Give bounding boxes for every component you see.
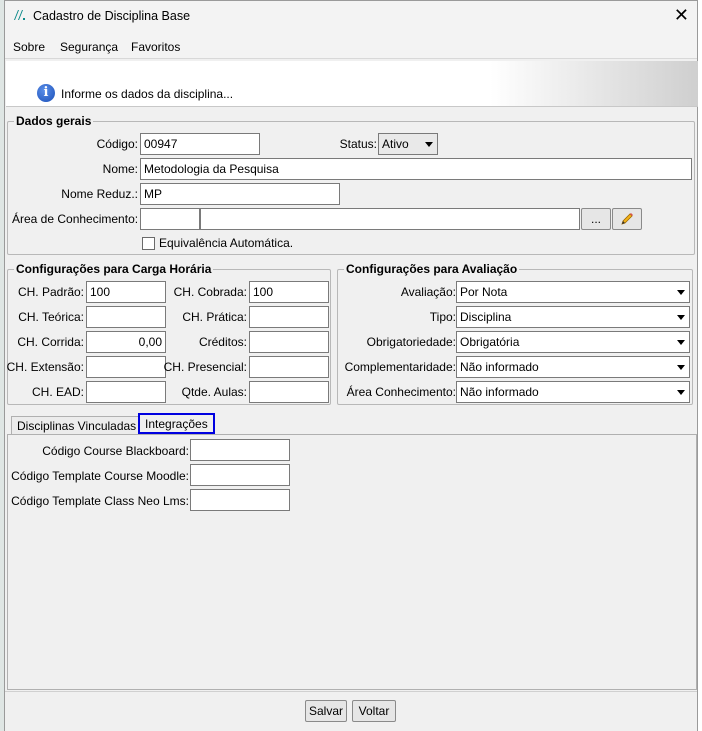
dados-gerais-legend: Dados gerais: [14, 114, 94, 128]
tab-integracoes[interactable]: Integrações: [138, 413, 215, 434]
tab-disciplinas-vinculadas-label: Disciplinas Vinculadas: [17, 419, 137, 433]
ch-teorica-label: CH. Teórica:: [18, 310, 84, 324]
nome-reduz-input[interactable]: MP: [140, 183, 340, 205]
complementaridade-label: Complementaridade:: [344, 360, 456, 374]
avaliacao-label: Avaliação:: [400, 285, 456, 299]
avaliacao-select[interactable]: Por Nota: [456, 281, 690, 303]
menu-item-seguranca[interactable]: Segurança: [60, 40, 118, 54]
neo-lms-input[interactable]: [190, 489, 290, 511]
tab-disciplinas-vinculadas[interactable]: Disciplinas Vinculadas: [11, 416, 143, 436]
carga-horaria-group: Configurações para Carga Horária CH. Pad…: [6, 262, 331, 405]
ch-padrao-label: CH. Padrão:: [17, 285, 84, 299]
ch-corrida-label: CH. Corrida:: [17, 335, 84, 349]
voltar-label: Voltar: [358, 704, 390, 718]
status-select[interactable]: Ativo: [378, 133, 438, 155]
footer-bar: Salvar Voltar: [5, 691, 697, 731]
chevron-down-icon: [677, 390, 685, 395]
tab-strip: Disciplinas Vinculadas Integrações: [5, 413, 697, 436]
carga-horaria-legend: Configurações para Carga Horária: [14, 262, 214, 276]
chevron-down-icon: [425, 142, 433, 147]
browse-button[interactable]: ...: [581, 208, 611, 230]
area-code-input[interactable]: [140, 208, 200, 230]
blackboard-input[interactable]: [190, 439, 290, 461]
ch-ead-label: CH. EAD:: [31, 385, 84, 399]
ch-extensao-input[interactable]: [86, 356, 166, 378]
moodle-label: Código Template Course Moodle:: [11, 469, 189, 483]
qtde-aulas-label: Qtde. Aulas:: [181, 385, 247, 399]
window-title: Cadastro de Disciplina Base: [33, 9, 191, 23]
menu-item-seguranca-label: Segurança: [60, 40, 119, 54]
ch-presencial-label: CH. Presencial:: [163, 360, 247, 374]
pencil-icon: [620, 213, 634, 229]
avaliacao-value: Por Nota: [460, 285, 508, 299]
menu-bar: Sobre Segurança Favoritos: [5, 33, 697, 59]
app-logo-icon: [13, 9, 27, 24]
blackboard-label: Código Course Blackboard:: [42, 444, 189, 458]
ch-extensao-label: CH. Extensão:: [6, 360, 84, 374]
area-conhecimento-label: Área de Conhecimento:: [12, 212, 139, 226]
ch-padrao-input[interactable]: 100: [86, 281, 166, 303]
nome-label: Nome:: [102, 162, 138, 176]
area-desc-input[interactable]: [200, 208, 580, 230]
tipo-select[interactable]: Disciplina: [456, 306, 690, 328]
equivalencia-label: Equivalência Automática.: [159, 236, 294, 250]
avaliacao-legend: Configurações para Avaliação: [344, 262, 520, 276]
obrigatoriedade-value: Obrigatória: [460, 335, 520, 349]
complementaridade-value: Não informado: [460, 360, 539, 374]
status-label: Status:: [339, 137, 377, 151]
banner-message: Informe os dados da disciplina...: [61, 87, 234, 101]
menu-item-favoritos-label: Favoritos: [131, 40, 181, 54]
area-conhecimento-select[interactable]: Não informado: [456, 381, 690, 403]
menu-item-favoritos[interactable]: Favoritos: [131, 40, 180, 54]
area-conhecimento-aval-label: Área Conhecimento:: [346, 385, 456, 399]
moodle-input[interactable]: [190, 464, 290, 486]
ch-cobrada-label: CH. Cobrada:: [173, 285, 247, 299]
close-icon[interactable]: ✕: [674, 5, 689, 26]
equivalencia-checkbox[interactable]: [142, 237, 155, 250]
ch-cobrada-input[interactable]: 100: [249, 281, 329, 303]
chevron-down-icon: [677, 315, 685, 320]
ch-teorica-input[interactable]: [86, 306, 166, 328]
status-value: Ativo: [382, 137, 409, 151]
dialog-window: Cadastro de Disciplina Base ✕ Sobre Segu…: [4, 0, 698, 731]
chevron-down-icon: [677, 340, 685, 345]
menu-item-sobre[interactable]: Sobre: [13, 40, 45, 54]
avaliacao-group: Configurações para Avaliação Avaliação: …: [337, 262, 693, 405]
creditos-input[interactable]: [249, 331, 329, 353]
chevron-down-icon: [677, 365, 685, 370]
ch-ead-input[interactable]: [86, 381, 166, 403]
ch-corrida-input[interactable]: 0,00: [86, 331, 166, 353]
complementaridade-select[interactable]: Não informado: [456, 356, 690, 378]
ch-pratica-input[interactable]: [249, 306, 329, 328]
tab-integracoes-label: Integrações: [145, 417, 208, 431]
tipo-label: Tipo:: [429, 310, 456, 324]
info-banner: i Informe os dados da disciplina...: [6, 61, 698, 107]
title-bar[interactable]: Cadastro de Disciplina Base ✕: [5, 1, 697, 33]
neo-lms-label: Código Template Class Neo Lms:: [11, 494, 189, 508]
integracoes-panel: Código Course Blackboard: Código Templat…: [7, 434, 697, 690]
dados-gerais-group: Dados gerais Código: 00947 Status: Ativo…: [7, 114, 695, 255]
edit-button[interactable]: [612, 208, 642, 230]
salvar-button[interactable]: Salvar: [305, 700, 347, 722]
ch-pratica-label: CH. Prática:: [182, 310, 247, 324]
obrigatoriedade-label: Obrigatoriedade:: [366, 335, 456, 349]
tipo-value: Disciplina: [460, 310, 512, 324]
info-icon: i: [37, 84, 55, 102]
area-conhecimento-value: Não informado: [460, 385, 539, 399]
chevron-down-icon: [677, 290, 685, 295]
nome-reduz-label: Nome Reduz.:: [61, 187, 138, 201]
salvar-label: Salvar: [308, 704, 343, 718]
obrigatoriedade-select[interactable]: Obrigatória: [456, 331, 690, 353]
codigo-label: Código:: [96, 137, 138, 151]
menu-item-sobre-label: Sobre: [13, 40, 46, 54]
ch-presencial-input[interactable]: [249, 356, 329, 378]
nome-input[interactable]: Metodologia da Pesquisa: [140, 158, 692, 180]
qtde-aulas-input[interactable]: [249, 381, 329, 403]
browse-label: ...: [590, 212, 601, 226]
codigo-input[interactable]: 00947: [140, 133, 260, 155]
voltar-button[interactable]: Voltar: [352, 700, 396, 722]
creditos-label: Créditos:: [198, 335, 247, 349]
